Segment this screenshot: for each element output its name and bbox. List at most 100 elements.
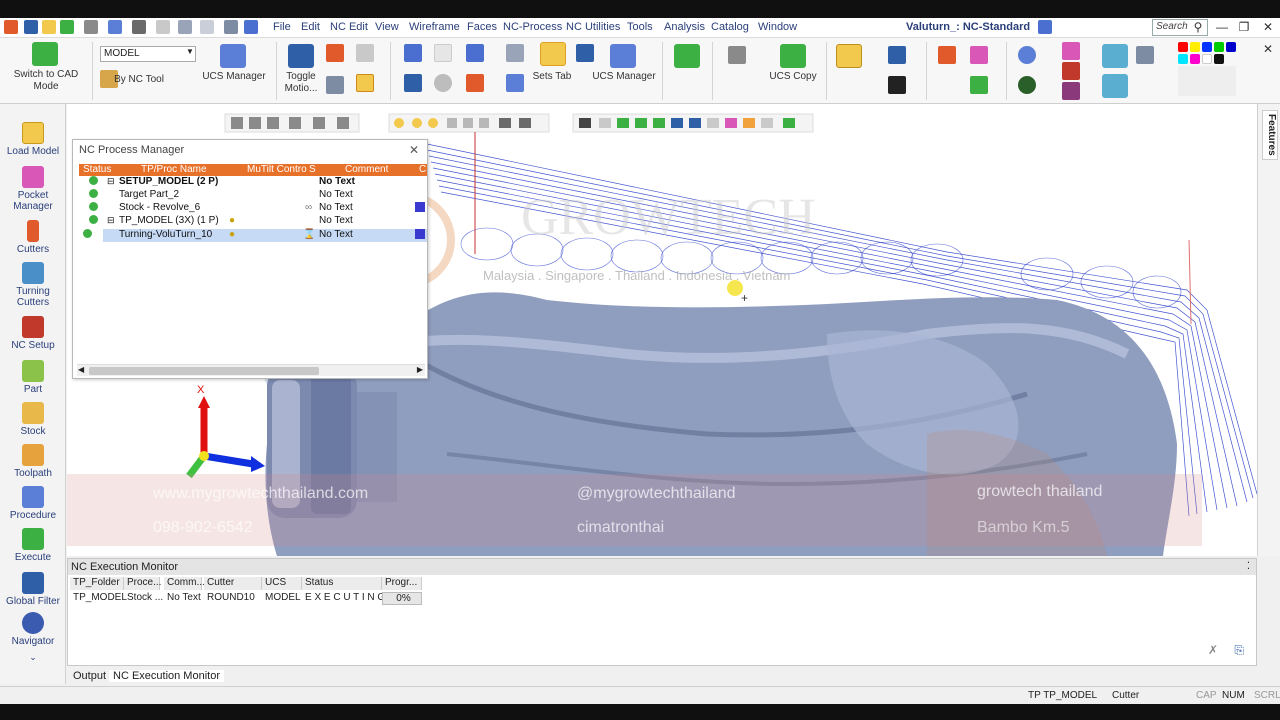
menu-tools[interactable]: Tools [627,21,653,33]
column-s[interactable]: S [309,164,316,175]
cutter-icon[interactable] [326,44,344,62]
menu-nc-process[interactable]: NC-Process [503,21,562,33]
menu-file[interactable]: File [273,21,291,33]
scroll-right-icon[interactable]: ▶ [417,365,423,374]
render-icon-2[interactable] [1062,62,1080,80]
lasso-icon[interactable] [337,117,349,129]
box-icon[interactable] [1102,44,1128,68]
toggle-motion-button[interactable]: Toggle Motio... [280,71,322,95]
sidebar-item-stock[interactable]: Stock [0,402,66,437]
window-layout-icon[interactable] [466,44,484,62]
cube-icon[interactable] [499,118,511,128]
sidebar-item-pocket-manager[interactable]: Pocket Manager [0,166,66,212]
menu-window[interactable]: Window [758,21,797,33]
horizontal-scrollbar[interactable]: ◀ ▶ [77,364,425,376]
cancel-execution-icon[interactable]: ✗ [1208,643,1218,657]
sheet-icon[interactable] [836,44,862,68]
menu-edit[interactable]: Edit [301,21,320,33]
view-left-icon[interactable] [653,118,665,128]
measure-icon[interactable] [938,46,956,64]
column-progress[interactable]: Progr... [382,577,422,590]
color-more-icon[interactable] [1178,66,1236,96]
sidebar-item-toolpath[interactable]: Toolpath [0,444,66,479]
collapse-icon[interactable]: ⊟ [107,215,115,226]
tab-nc-execution-monitor[interactable]: NC Execution Monitor [109,670,224,682]
dimension-icon[interactable] [888,46,906,64]
tree-row-tp-model[interactable]: ⊟ TP_MODEL (3X) (1 P) ● No Text [79,215,427,228]
pin-icon[interactable]: ⁚ [1247,561,1250,572]
tools-icon[interactable] [84,20,98,34]
tree-row-setup-model[interactable]: ⊟ SETUP_MODEL (2 P) No Text [79,176,427,189]
step-back-icon[interactable] [463,118,473,128]
undo-view-icon[interactable] [579,118,591,128]
column-status[interactable]: Status [302,577,382,590]
sidebar-item-nc-setup[interactable]: NC Setup [0,316,66,351]
open-file-icon[interactable] [42,20,56,34]
light-on-icon[interactable] [412,118,422,128]
close-icon[interactable]: ✕ [1258,20,1278,34]
save-icon[interactable] [60,20,74,34]
view-copy-icon[interactable] [761,118,773,128]
view-prev-icon[interactable] [599,118,611,128]
switch-to-cad-button[interactable]: Switch to CAD Mode [8,69,84,93]
machine-icon[interactable] [466,74,484,92]
text-icon[interactable] [888,76,906,94]
sidebar-item-procedure[interactable]: Procedure [0,486,66,521]
tab-output[interactable]: Output [73,670,106,682]
close-icon[interactable]: ✕ [409,143,419,157]
color-cyan-icon[interactable] [1178,54,1188,64]
help-icon[interactable] [434,44,452,62]
iso-view-icon[interactable] [1102,74,1128,98]
sidebar-more-icon[interactable]: ⌄ [0,652,66,663]
collapse-icon[interactable]: ⊟ [107,176,115,187]
scroll-left-icon[interactable]: ◀ [78,365,84,374]
tree-row-turning-voluturn[interactable]: Turning-VoluTurn_10 ● ⌛ No Text [83,229,427,242]
switch-to-cad-icon[interactable] [32,42,58,66]
menu-catalog[interactable]: Catalog [711,21,749,33]
rect-select-icon[interactable] [313,117,325,129]
report-icon[interactable] [404,74,422,92]
stock-display-icon[interactable] [356,74,374,92]
redo-icon[interactable] [200,20,214,34]
pick-icon[interactable] [249,117,261,129]
view-custom-icon[interactable] [783,118,795,128]
layers-icon[interactable] [224,20,238,34]
menu-wireframe[interactable]: Wireframe [409,21,460,33]
view-back-icon[interactable] [635,118,647,128]
zoom-area-icon[interactable] [1018,76,1036,94]
column-status[interactable]: Status [83,164,111,175]
search-icon[interactable]: ⚲ [1188,20,1208,34]
view-top-icon[interactable] [689,118,701,128]
panel-toggle-icon[interactable] [1038,20,1052,34]
render-icon-1[interactable] [1062,42,1080,60]
info-icon[interactable] [434,74,452,92]
copy-icon[interactable] [356,44,374,62]
column-c[interactable]: C [419,164,426,175]
sets-tab-button[interactable]: Sets Tab [532,71,572,83]
nc-process-manager-panel[interactable]: NC Process Manager ✕ Status TP/Proc Name… [72,139,428,379]
grid-icon[interactable] [132,20,146,34]
view-front-icon[interactable] [617,118,629,128]
sidebar-item-turning-cutters[interactable]: Turning Cutters [0,262,66,308]
paint-icon[interactable] [970,76,988,94]
filter-toggle-icon[interactable] [289,117,301,129]
color-red-icon[interactable] [1178,42,1188,52]
menu-nc-edit[interactable]: NC Edit [330,21,368,33]
set-filter-icon[interactable] [576,44,594,62]
scrollbar-thumb[interactable] [89,367,319,375]
exit-monitor-icon[interactable]: ⎘ [1234,643,1244,658]
view-bottom-icon[interactable] [707,118,719,128]
filter-icon[interactable] [506,44,524,62]
view-right-icon[interactable] [671,118,683,128]
sidebar-item-execute[interactable]: Execute [0,528,66,563]
features-tab[interactable]: Features [1262,110,1278,160]
tree-icon[interactable] [506,74,524,92]
column-tp-proc-name[interactable]: TP/Proc Name [141,164,207,175]
tree-row-stock-revolve[interactable]: Stock - Revolve_6 ∞ No Text [79,202,427,215]
column-comment[interactable]: Comm... [164,577,205,590]
restore-icon[interactable]: ❐ [1234,20,1254,34]
sidebar-item-global-filter[interactable]: Global Filter [0,572,66,607]
menu-nc-utilities[interactable]: NC Utilities [566,21,620,33]
plane-icon[interactable] [674,44,700,68]
toggle-motion-icon[interactable] [288,44,314,68]
